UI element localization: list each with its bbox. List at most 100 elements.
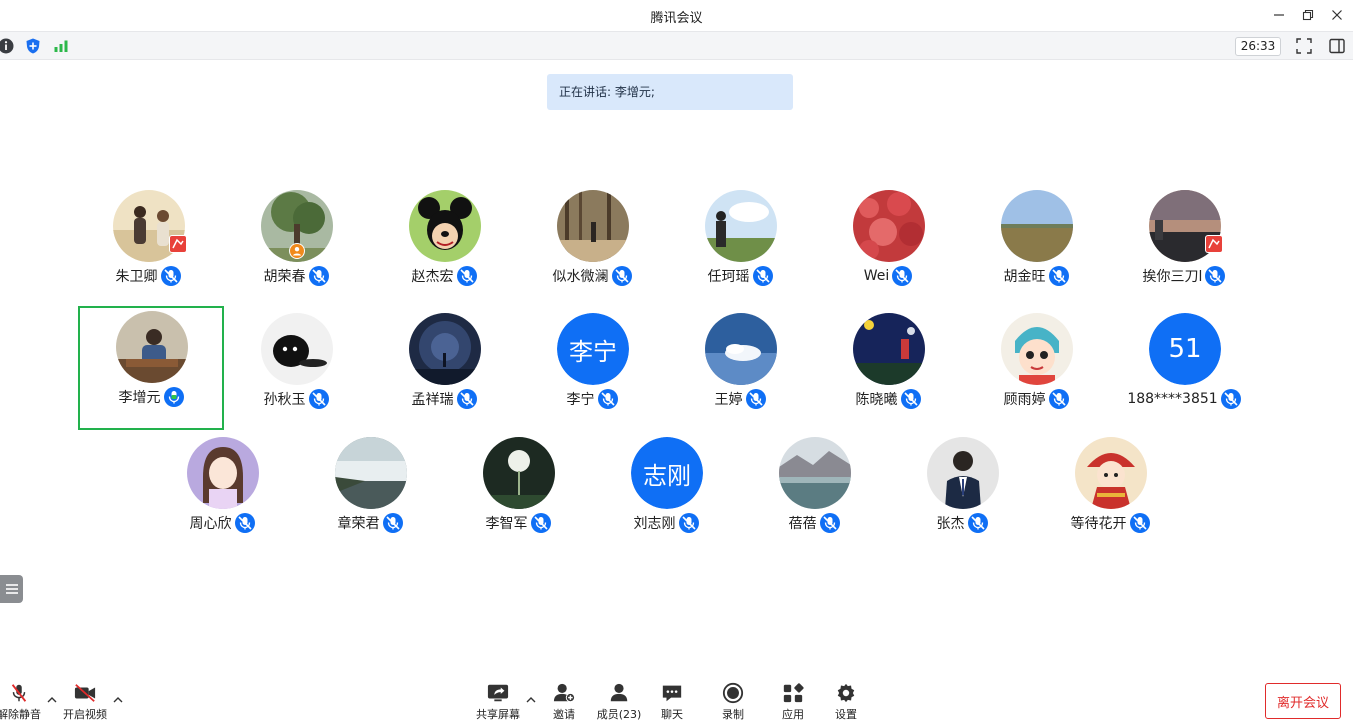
share-screen-button[interactable]: 共享屏幕 bbox=[473, 682, 523, 722]
restore-button[interactable] bbox=[1297, 5, 1319, 25]
avatar-photo bbox=[409, 313, 481, 385]
participant-tile[interactable]: 朱卫卿 bbox=[75, 185, 221, 309]
flag-icon bbox=[1206, 236, 1222, 252]
participant-name: 李增元 bbox=[118, 390, 161, 406]
leave-meeting-button[interactable]: 离开会议 bbox=[1265, 683, 1341, 719]
avatar-photo bbox=[705, 190, 777, 262]
info-icon bbox=[0, 38, 14, 54]
avatar bbox=[1075, 437, 1147, 509]
security-button[interactable] bbox=[24, 37, 42, 55]
mic-icon[interactable] bbox=[1048, 266, 1069, 286]
meeting-info-button[interactable] bbox=[0, 37, 15, 55]
list-icon bbox=[5, 584, 18, 594]
participant-name: 蓓蓓 bbox=[788, 516, 817, 532]
record-button[interactable]: 录制 bbox=[711, 682, 755, 722]
mic-icon[interactable] bbox=[1205, 266, 1226, 286]
participant-tile[interactable]: 李宁 李宁 bbox=[519, 308, 665, 432]
participant-tile[interactable]: 挨你三刀l bbox=[1111, 185, 1257, 309]
participant-tile[interactable]: 志刚 刘志刚 bbox=[593, 432, 739, 556]
participant-tile[interactable]: 章荣君 bbox=[297, 432, 443, 556]
participant-tile[interactable]: 胡荣春 bbox=[223, 185, 369, 309]
avatar: 志刚 bbox=[631, 437, 703, 509]
mic-icon[interactable] bbox=[611, 266, 632, 286]
chat-icon bbox=[662, 685, 682, 702]
participant-tile[interactable]: 胡金旺 bbox=[963, 185, 1109, 309]
mic-icon[interactable] bbox=[1220, 389, 1241, 409]
mic-icon[interactable] bbox=[819, 513, 840, 533]
fullscreen-icon bbox=[1296, 38, 1312, 54]
record-icon bbox=[722, 682, 744, 704]
mic-icon[interactable] bbox=[160, 266, 181, 286]
avatar-photo bbox=[409, 190, 481, 262]
participant-tile[interactable]: 孙秋玉 bbox=[223, 308, 369, 432]
avatar-photo bbox=[853, 313, 925, 385]
meeting-window: 腾讯会议 26:33 正在讲话: 李增元; 朱卫卿 胡荣春 赵杰宏 似水微澜 任… bbox=[0, 0, 1353, 723]
participant-tile[interactable]: 等待花开 bbox=[1037, 432, 1183, 556]
participant-tile-active[interactable]: 李增元 bbox=[78, 306, 224, 430]
mic-icon[interactable] bbox=[234, 513, 255, 533]
close-button[interactable] bbox=[1326, 5, 1348, 25]
mic-icon[interactable] bbox=[382, 513, 403, 533]
avatar bbox=[187, 437, 259, 509]
mic-active-icon[interactable] bbox=[163, 387, 184, 407]
unmute-button[interactable]: 解除静音 bbox=[0, 682, 44, 722]
unmute-label: 解除静音 bbox=[0, 708, 41, 721]
participant-tile[interactable]: 王婷 bbox=[667, 308, 813, 432]
mic-icon[interactable] bbox=[967, 513, 988, 533]
flag-badge bbox=[169, 235, 187, 253]
share-options-chevron-icon[interactable] bbox=[526, 696, 536, 704]
mic-icon[interactable] bbox=[308, 266, 329, 286]
mic-icon[interactable] bbox=[892, 266, 913, 286]
participant-tile[interactable]: 赵杰宏 bbox=[371, 185, 517, 309]
members-button[interactable]: 成员(23) bbox=[593, 682, 645, 722]
avatar-initials: 志刚 bbox=[631, 437, 703, 509]
mic-icon[interactable] bbox=[752, 266, 773, 286]
participant-name: 李宁 bbox=[566, 392, 595, 408]
mic-icon[interactable] bbox=[1129, 513, 1150, 533]
start-video-button[interactable]: 开启视频 bbox=[60, 682, 110, 722]
participant-tile[interactable]: 似水微澜 bbox=[519, 185, 665, 309]
mic-icon[interactable] bbox=[597, 389, 618, 409]
side-panel-button[interactable] bbox=[1328, 37, 1346, 55]
participant-tile[interactable]: 陈晓曦 bbox=[815, 308, 961, 432]
avatar bbox=[483, 437, 555, 509]
participant-name: 188****3851 bbox=[1127, 391, 1218, 407]
avatar-initials: 李宁 bbox=[557, 313, 629, 385]
participant-name: 陈晓曦 bbox=[855, 392, 898, 408]
avatar-photo bbox=[1075, 437, 1147, 509]
participant-tile[interactable]: 周心欣 bbox=[149, 432, 295, 556]
participant-name: 任珂瑶 bbox=[707, 269, 750, 285]
participant-tile[interactable]: 张杰 bbox=[889, 432, 1035, 556]
mic-icon[interactable] bbox=[308, 389, 329, 409]
mic-icon[interactable] bbox=[1048, 389, 1069, 409]
participant-tile[interactable]: 蓓蓓 bbox=[741, 432, 887, 556]
network-status-button[interactable] bbox=[52, 37, 70, 55]
close-icon bbox=[1332, 10, 1342, 20]
audio-options-chevron-icon[interactable] bbox=[47, 696, 57, 704]
mic-icon[interactable] bbox=[745, 389, 766, 409]
chat-button[interactable]: 聊天 bbox=[650, 682, 694, 722]
participant-tile[interactable]: 李智军 bbox=[445, 432, 591, 556]
settings-button[interactable]: 设置 bbox=[824, 682, 868, 722]
fullscreen-button[interactable] bbox=[1295, 37, 1313, 55]
invite-icon bbox=[553, 683, 575, 703]
apps-button[interactable]: 应用 bbox=[771, 682, 815, 722]
invite-button[interactable]: 邀请 bbox=[542, 682, 586, 722]
mic-icon[interactable] bbox=[900, 389, 921, 409]
participant-tile[interactable]: 顾雨婷 bbox=[963, 308, 1109, 432]
participant-tile[interactable]: 任珂瑶 bbox=[667, 185, 813, 309]
video-options-chevron-icon[interactable] bbox=[113, 696, 123, 704]
mic-icon[interactable] bbox=[530, 513, 551, 533]
mic-icon[interactable] bbox=[456, 266, 477, 286]
participant-list-toggle[interactable] bbox=[0, 575, 23, 603]
avatar bbox=[557, 190, 629, 262]
participant-tile[interactable]: 孟祥瑞 bbox=[371, 308, 517, 432]
mic-icon[interactable] bbox=[678, 513, 699, 533]
mic-icon[interactable] bbox=[456, 389, 477, 409]
participant-tile[interactable]: Wei bbox=[815, 185, 961, 309]
apps-label: 应用 bbox=[782, 708, 804, 721]
participant-tile[interactable]: 51 188****3851 bbox=[1111, 308, 1257, 432]
avatar-photo bbox=[705, 313, 777, 385]
invite-label: 邀请 bbox=[553, 708, 575, 721]
minimize-button[interactable] bbox=[1268, 5, 1290, 25]
